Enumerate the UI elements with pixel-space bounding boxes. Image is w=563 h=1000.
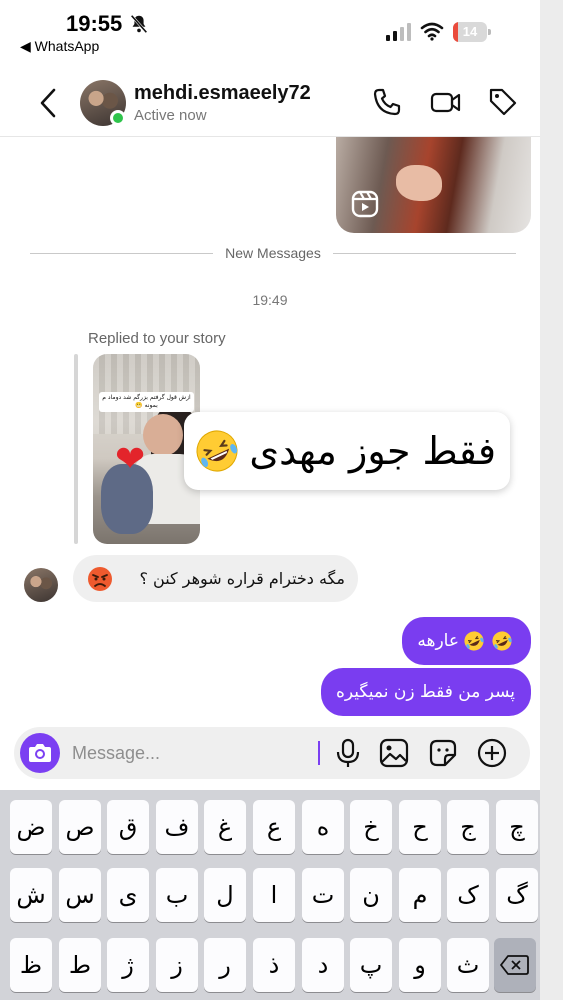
outgoing-message-text: عارهه (417, 631, 459, 651)
incoming-message-text: مگه دخترام قراره شوهر کنن ؟ (139, 569, 345, 588)
message-input[interactable] (72, 733, 312, 773)
keyboard-key[interactable]: ب (156, 868, 198, 922)
keyboard-key[interactable]: ی (107, 868, 149, 922)
phone-icon[interactable] (371, 86, 403, 118)
keyboard-key[interactable]: ژ (107, 938, 149, 992)
story-caption: ازش قول گرفتم بزرگم شد دوماد م بمونه 😬 (99, 392, 194, 412)
keyboard-key[interactable]: م (399, 868, 441, 922)
contact-username[interactable]: mehdi.esmaeely72 (134, 82, 311, 105)
camera-button[interactable] (20, 733, 60, 773)
incoming-message-bubble[interactable]: مگه دخترام قراره شوهر کنن ؟ (73, 555, 358, 602)
outgoing-message-text: پسر من فقط زن نمیگیره (336, 682, 515, 702)
keyboard-key[interactable]: ش (10, 868, 52, 922)
keyboard-key[interactable]: خ (350, 800, 392, 854)
active-status: Active now (134, 107, 207, 124)
keyboard-key[interactable]: ز (156, 938, 198, 992)
video-camera-icon[interactable] (429, 86, 461, 118)
keyboard-key[interactable]: س (59, 868, 101, 922)
text-sticker-message: فقط جوز مهدی (184, 412, 510, 490)
keyboard-key[interactable]: ف (156, 800, 198, 854)
message-timestamp: 19:49 (252, 292, 288, 308)
camera-icon (29, 744, 51, 762)
cellular-signal-icon (386, 23, 411, 41)
plus-icon[interactable] (476, 737, 508, 769)
backspace-icon (500, 955, 529, 975)
replied-to-story-label: Replied to your story (88, 330, 226, 347)
keyboard-key[interactable]: ن (350, 868, 392, 922)
edge-strip (540, 0, 563, 1000)
rolling-laughing-emoji-icon (464, 631, 484, 651)
angry-face-emoji-icon (88, 567, 112, 591)
keyboard-key[interactable]: ق (107, 800, 149, 854)
keyboard-key[interactable]: ح (399, 800, 441, 854)
battery-indicator: 14 (453, 22, 491, 42)
instagram-dm-screen: 19:55 ◀ WhatsApp 14 mehdi.esmaeely72 Act… (0, 0, 540, 1000)
keyboard-key[interactable]: گ (496, 868, 538, 922)
tag-icon[interactable] (487, 86, 519, 118)
keyboard-key[interactable]: و (399, 938, 441, 992)
outgoing-message-bubble[interactable]: عارهه (402, 617, 531, 665)
keyboard-key[interactable]: غ (204, 800, 246, 854)
keyboard-key[interactable]: ا (253, 868, 295, 922)
reels-icon (351, 190, 379, 218)
keyboard-key[interactable]: ک (447, 868, 489, 922)
reply-quote-bar (74, 354, 78, 544)
keyboard-key[interactable]: ت (302, 868, 344, 922)
keyboard-key[interactable]: ض (10, 800, 52, 854)
keyboard-key[interactable]: ذ (253, 938, 295, 992)
keyboard-key[interactable]: ل (204, 868, 246, 922)
sticker-icon[interactable] (427, 737, 459, 769)
keyboard-key[interactable]: ع (253, 800, 295, 854)
text-cursor (318, 741, 320, 765)
shared-reel-preview[interactable] (336, 137, 531, 233)
persian-keyboard: ضصقفغعهخحجچ شسیبلاتنمکگ ظطژزرذدپوث (0, 790, 540, 1000)
bell-muted-icon (130, 14, 148, 34)
outgoing-message-bubble[interactable]: پسر من فقط زن نمیگیره (321, 668, 531, 716)
heart-reaction: ❤ (115, 439, 146, 480)
keyboard-key[interactable]: ص (59, 800, 101, 854)
back-chevron-icon[interactable] (34, 86, 64, 120)
keyboard-key[interactable]: ط (59, 938, 101, 992)
back-to-app-link[interactable]: ◀ WhatsApp (20, 38, 99, 55)
gallery-icon[interactable] (378, 737, 410, 769)
keyboard-key[interactable]: ج (447, 800, 489, 854)
keyboard-key[interactable]: پ (350, 938, 392, 992)
rolling-laughing-emoji-icon (492, 631, 512, 651)
battery-percent: 14 (462, 24, 478, 39)
new-messages-divider-label: New Messages (225, 245, 321, 261)
online-status-dot (110, 110, 126, 126)
microphone-icon[interactable] (332, 737, 364, 769)
keyboard-key[interactable]: ث (447, 938, 489, 992)
keyboard-key[interactable]: ر (204, 938, 246, 992)
keyboard-key[interactable]: ظ (10, 938, 52, 992)
divider-line-left (30, 253, 213, 254)
wifi-icon (420, 22, 444, 41)
backspace-key[interactable] (494, 938, 536, 992)
message-composer (14, 727, 530, 779)
divider-line-right (333, 253, 516, 254)
sticker-text: فقط جوز مهدی (249, 429, 496, 473)
keyboard-key[interactable]: چ (496, 800, 538, 854)
keyboard-key[interactable]: ه (302, 800, 344, 854)
status-time: 19:55 (66, 11, 123, 36)
sender-avatar[interactable] (24, 568, 58, 602)
keyboard-key[interactable]: د (302, 938, 344, 992)
